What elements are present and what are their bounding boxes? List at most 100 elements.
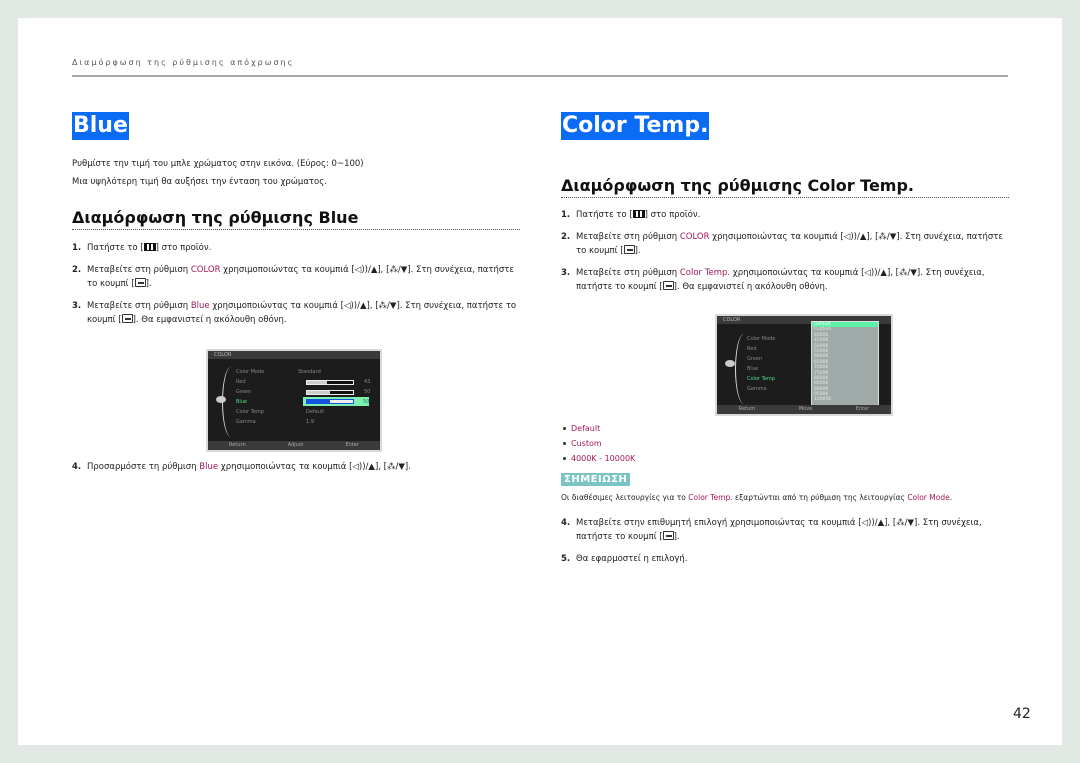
step-text: Μεταβείτε στη ρύθμιση	[576, 268, 680, 278]
step-number: 3.	[561, 268, 571, 278]
osd-row-label: Color Temp	[236, 409, 264, 415]
osd-row-value: 43	[364, 379, 371, 385]
osd-row-label: Gamma	[236, 419, 256, 425]
bullet-item: 4000K - 10000K	[561, 451, 635, 466]
bullet-item: Default	[561, 421, 635, 436]
step-number: 1.	[72, 243, 82, 253]
step-item: 2. Μεταβείτε στη ρύθμιση COLOR χρησιμοπο…	[72, 263, 520, 291]
enter-key-icon	[662, 281, 674, 290]
step-number: 4.	[561, 518, 571, 528]
enter-key-icon	[662, 531, 674, 540]
note-badge: ΣΗΜΕΙΩΣΗ	[561, 473, 631, 486]
highlight-term: Color Temp.	[679, 268, 731, 278]
desc-line: Μια υψηλότερη τιμή θα αυξήσει την ένταση…	[72, 177, 327, 187]
manual-page: Διαμόρφωση της ρύθμισης απόχρωσης Blue Ρ…	[18, 18, 1062, 745]
highlight-term: Blue	[199, 462, 219, 472]
step-text: ].	[673, 532, 680, 542]
step-text: ] στο προϊόν.	[644, 210, 701, 220]
note-text: Οι διαθέσιμες λειτουργίες για το Color T…	[561, 492, 952, 504]
osd-row-label: Green	[236, 389, 252, 395]
step-text: Πατήστε το [	[87, 243, 144, 253]
enter-key-icon	[623, 245, 635, 254]
highlight-term: Blue	[190, 301, 210, 311]
color-temp-options-list[interactable]: Default Custom 4000K 4500K 5000K 5500K 6000K 65…	[811, 321, 879, 406]
osd-title: COLOR	[208, 351, 380, 359]
note-text-part: .	[949, 493, 953, 502]
color-temp-option[interactable]: 10000K	[812, 397, 878, 402]
osd-footer-enter: Enter	[345, 442, 359, 448]
step-number: 1.	[561, 210, 571, 220]
osd-globe-icon	[216, 396, 226, 403]
osd-row-label: Color Mode	[236, 369, 265, 375]
menu-key-icon	[632, 210, 645, 218]
osd-row-value: 50	[363, 399, 370, 405]
highlight-term: Color Mode	[907, 493, 950, 502]
step-number: 2.	[561, 232, 571, 242]
step-item: 3. Μεταβείτε στη ρύθμιση Blue χρησιμοποι…	[72, 299, 520, 327]
osd-blue-screen: COLOR Color Mode Standard Red 43 Green 5…	[206, 349, 382, 452]
step-text: ].	[634, 246, 641, 256]
osd-row-label: Blue	[747, 366, 759, 372]
blue-description: Ρυθμίστε την τιμή του μπλε χρώματος στην…	[72, 155, 364, 191]
step-text: ]. Θα εμφανιστεί η ακόλουθη οθόνη.	[673, 282, 828, 292]
step-text: Μεταβείτε στη ρύθμιση	[87, 265, 191, 275]
step-item: 2. Μεταβείτε στη ρύθμιση COLOR χρησιμοπο…	[561, 230, 1009, 258]
step-text: Μεταβείτε στη ρύθμιση	[87, 301, 191, 311]
note-text-part: Οι διαθέσιμες λειτουργίες για το	[561, 493, 689, 502]
note-text-part: εξαρτώνται από τη ρύθμιση της λειτουργία…	[732, 493, 908, 502]
osd-red-bar	[306, 380, 354, 385]
osd-blue-bar	[306, 399, 354, 404]
bar-fill	[307, 400, 330, 403]
enter-key-icon	[121, 314, 133, 323]
highlight-term: COLOR	[679, 232, 710, 242]
osd-footer: Return Adjust Enter	[208, 441, 380, 450]
osd-color-temp-screen: COLOR Color Mode Red Green Blue Color Te…	[715, 314, 893, 416]
blue-steps-cont: 4. Προσαρμόστε τη ρύθμιση Blue χρησιμοπο…	[72, 460, 520, 482]
color-temp-section-title: Διαμόρφωση της ρύθμισης Color Temp.	[561, 176, 1009, 198]
step-item: 4. Μεταβείτε στην επιθυμητή επιλογή χρησ…	[561, 516, 1009, 544]
step-text: Προσαρμόστε τη ρύθμιση	[87, 462, 200, 472]
osd-row-label: Color Mode	[747, 336, 776, 342]
step-text: ] στο προϊόν.	[155, 243, 212, 253]
step-text: Θα εφαρμοστεί η επιλογή.	[576, 554, 688, 564]
header-rule	[72, 75, 1008, 77]
osd-row-label: Green	[747, 356, 763, 362]
bar-fill	[307, 391, 330, 394]
step-number: 5.	[561, 554, 571, 564]
osd-row-label-active: Blue	[236, 399, 248, 405]
color-temp-option-bullets: Default Custom 4000K - 10000K	[561, 421, 635, 466]
osd-green-bar	[306, 390, 354, 395]
step-text: Μεταβείτε στη ρύθμιση	[576, 232, 680, 242]
step-item: 5. Θα εφαρμοστεί η επιλογή.	[561, 552, 1009, 566]
highlight-term: COLOR	[190, 265, 221, 275]
step-item: 1. Πατήστε το [ ] στο προϊόν.	[561, 208, 1009, 222]
color-temp-title: Color Temp.	[561, 112, 710, 140]
color-temp-steps: 1. Πατήστε το [ ] στο προϊόν. 2. Μεταβείτ…	[561, 208, 1009, 302]
osd-footer-adjust: Adjust	[287, 442, 304, 448]
step-text: ]. Θα εμφανιστεί η ακόλουθη οθόνη.	[132, 315, 287, 325]
blue-section-title: Διαμόρφωση της ρύθμισης Blue	[72, 208, 520, 230]
osd-row-value: 1.9	[306, 419, 314, 425]
osd-row-value: 50	[364, 389, 371, 395]
osd-footer-return: Return	[229, 442, 246, 448]
enter-key-icon	[134, 278, 146, 287]
osd-footer-move: Move	[798, 406, 813, 412]
running-head: Διαμόρφωση της ρύθμισης απόχρωσης	[72, 58, 295, 67]
osd-row-label-active: Color Temp	[747, 376, 775, 382]
bar-fill	[307, 381, 327, 384]
step-number: 2.	[72, 265, 82, 275]
step-text: Μεταβείτε στην επιθυμητή επιλογή χρησιμο…	[576, 518, 982, 542]
blue-title: Blue	[72, 112, 129, 140]
step-text: Πατήστε το [	[576, 210, 633, 220]
desc-line: Ρυθμίστε την τιμή του μπλε χρώματος στην…	[72, 159, 364, 169]
osd-row-value: Default	[306, 409, 325, 415]
step-text: ].	[145, 279, 152, 289]
step-item: 3. Μεταβείτε στη ρύθμιση Color Temp. χρη…	[561, 266, 1009, 294]
bullet-item: Custom	[561, 436, 635, 451]
osd-globe-icon	[725, 360, 735, 367]
step-number: 4.	[72, 462, 82, 472]
osd-row-label: Red	[747, 346, 757, 352]
osd-row-label: Red	[236, 379, 246, 385]
osd-footer-enter: Enter	[855, 406, 870, 412]
page-number: 42	[1013, 706, 1031, 722]
